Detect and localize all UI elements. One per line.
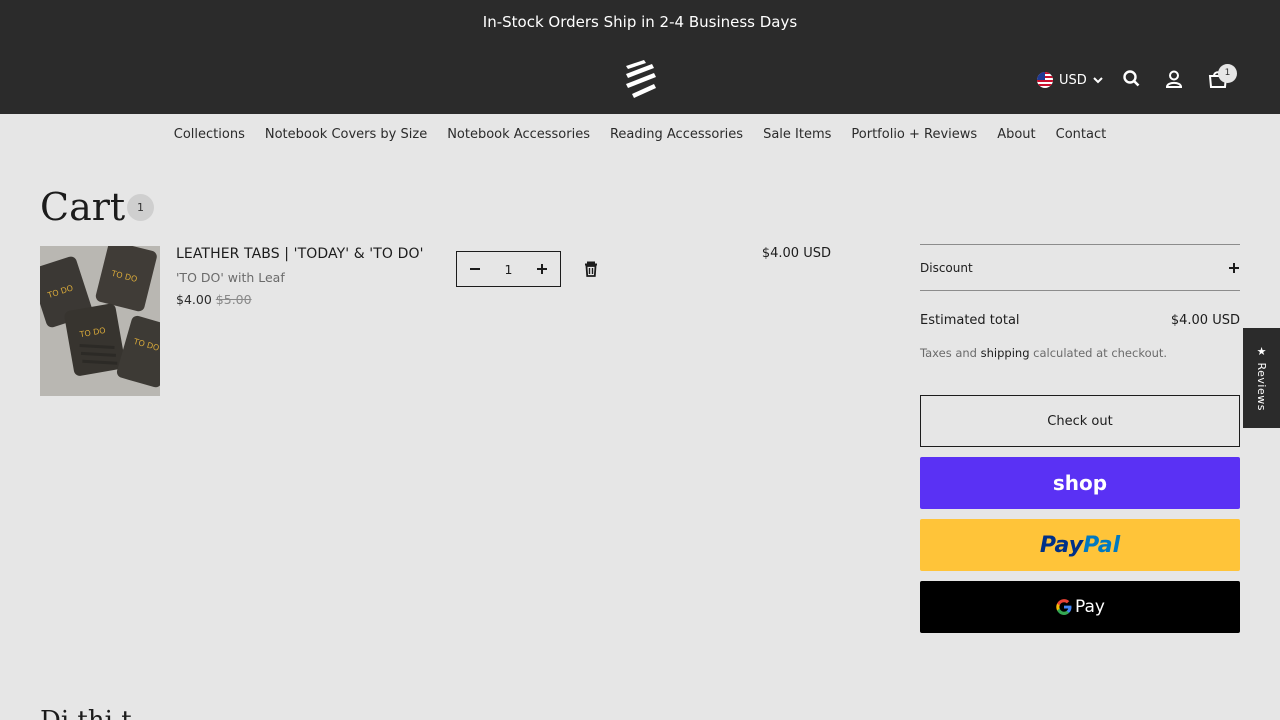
estimated-total-label: Estimated total: [920, 313, 1020, 328]
main-nav: Collections Notebook Covers by Size Note…: [0, 114, 1280, 154]
paypal-logo: PayPal: [1040, 533, 1120, 558]
product-variant: 'TO DO' with Leaf: [176, 270, 285, 285]
product-image[interactable]: TO DO TO DO TO DO TO DO: [40, 246, 160, 396]
cart-count-badge: 1: [1218, 64, 1237, 83]
sale-price: $4.00: [176, 292, 212, 307]
estimated-total-value: $4.00 USD: [1170, 313, 1240, 328]
section-heading: Di thi t: [40, 706, 132, 720]
quantity-stepper: [456, 251, 561, 287]
chevron-down-icon: [1093, 77, 1103, 84]
order-summary: Discount Estimated total $4.00 USD Taxes…: [920, 244, 1240, 360]
shipping-link[interactable]: shipping: [981, 346, 1030, 360]
google-pay-button[interactable]: Pay: [920, 581, 1240, 633]
trash-icon: [585, 261, 597, 277]
google-g-icon: [1056, 599, 1072, 615]
line-item-total: $4.00 USD: [761, 246, 831, 261]
product-title[interactable]: LEATHER TABS | 'TODAY' & 'TO DO': [176, 246, 424, 262]
brand-logo[interactable]: [622, 60, 658, 98]
minus-icon: [470, 268, 480, 270]
site-header: USD 1: [0, 45, 1280, 114]
plus-icon: [537, 264, 547, 274]
checkout-button[interactable]: Check out: [920, 395, 1240, 447]
nav-item-about[interactable]: About: [997, 127, 1035, 142]
compare-price: $5.00: [215, 292, 252, 307]
tax-note: Taxes and shipping calculated at checkou…: [920, 346, 1240, 360]
tax-note-prefix: Taxes and: [920, 346, 977, 360]
search-icon[interactable]: [1122, 69, 1142, 89]
us-flag-icon: [1037, 72, 1053, 88]
paypal-logo-pal: Pal: [1083, 532, 1121, 558]
plus-icon: [1229, 262, 1239, 273]
nav-item-reading-accessories[interactable]: Reading Accessories: [610, 127, 743, 142]
currency-label: USD: [1059, 72, 1087, 88]
currency-selector[interactable]: USD: [1037, 71, 1103, 89]
nav-item-notebook-accessories[interactable]: Notebook Accessories: [447, 127, 590, 142]
nav-item-sale-items[interactable]: Sale Items: [763, 127, 831, 142]
announcement-bar: In-Stock Orders Ship in 2-4 Business Day…: [0, 0, 1280, 45]
product-price: $4.00 $5.00: [176, 292, 252, 307]
quantity-input[interactable]: [493, 261, 524, 277]
decrease-quantity-button[interactable]: [457, 252, 493, 286]
increase-quantity-button[interactable]: [524, 252, 560, 286]
remove-item-button[interactable]: [582, 260, 600, 278]
google-pay-label: Pay: [1075, 597, 1105, 617]
reviews-side-tab[interactable]: ★ Reviews: [1243, 328, 1280, 428]
discount-label: Discount: [920, 260, 973, 275]
paypal-button[interactable]: PayPal: [920, 519, 1240, 571]
tax-note-suffix: calculated at checkout.: [1033, 346, 1168, 360]
page-title: Cart: [40, 185, 126, 229]
shop-pay-logo: shop: [1052, 471, 1108, 495]
nav-item-notebook-covers[interactable]: Notebook Covers by Size: [265, 127, 427, 142]
paypal-logo-pay: Pay: [1039, 532, 1084, 558]
cart-item-count-badge: 1: [127, 194, 154, 221]
estimated-total-row: Estimated total $4.00 USD: [920, 313, 1240, 328]
discount-toggle[interactable]: Discount: [920, 244, 1240, 291]
nav-item-portfolio-reviews[interactable]: Portfolio + Reviews: [851, 127, 977, 142]
shop-pay-button[interactable]: shop: [920, 457, 1240, 509]
reviews-tab-label: ★ Reviews: [1255, 345, 1268, 411]
account-icon[interactable]: [1164, 69, 1184, 89]
nav-item-contact[interactable]: Contact: [1056, 127, 1107, 142]
nav-item-collections[interactable]: Collections: [174, 127, 245, 142]
